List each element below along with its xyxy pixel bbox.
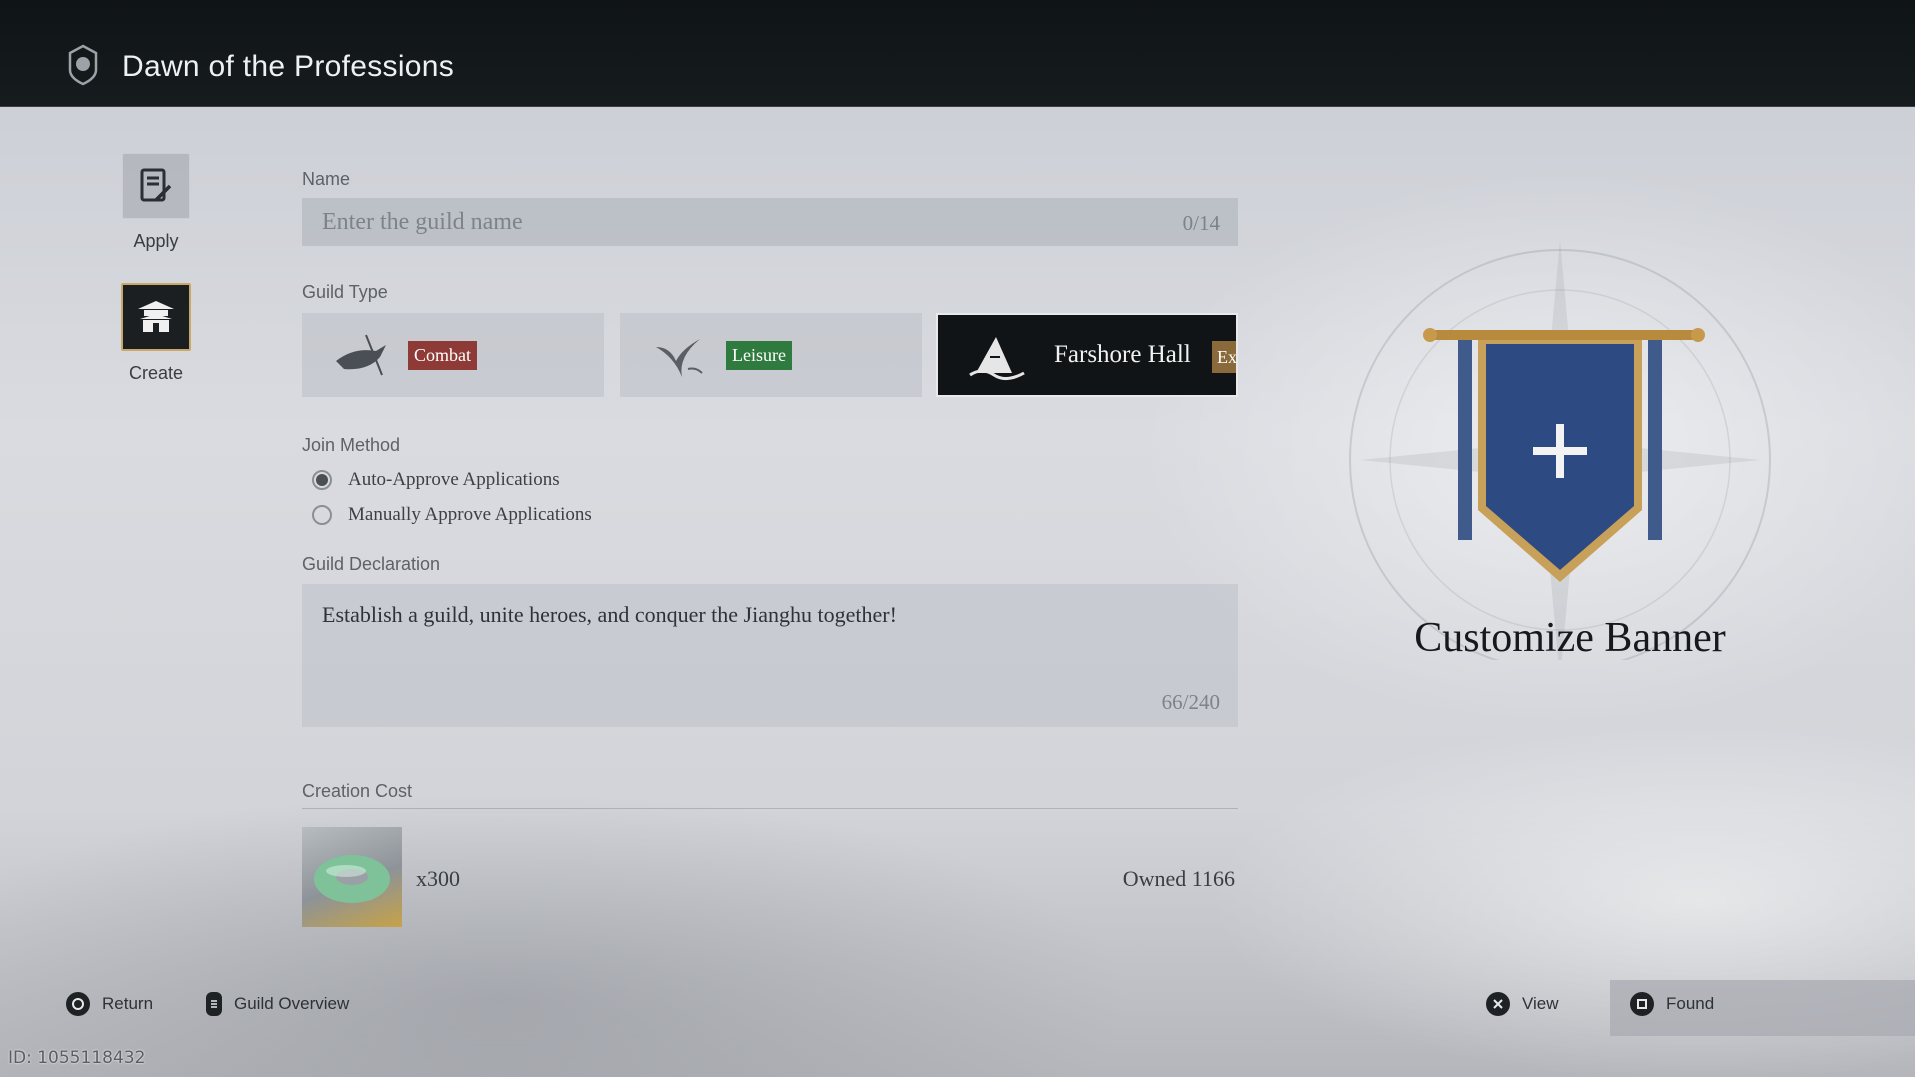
document-pen-icon (122, 153, 190, 219)
top-bar: Dawn of the Professions (0, 0, 1915, 107)
guild-type-farshore-hall[interactable]: Farshore Hall Ex (936, 313, 1238, 397)
view-label: View (1522, 994, 1559, 1013)
bird-sword-icon (336, 334, 386, 376)
farshore-hall-label: Farshore Hall (1054, 341, 1191, 368)
return-label: Return (102, 994, 154, 1013)
mountain-wave-icon (969, 337, 1025, 380)
join-option-manual-label: Manually Approve Applications (348, 504, 592, 525)
guild-emblem-icon (68, 44, 98, 86)
guild-declaration-counter: 66/240 (1161, 690, 1220, 714)
join-option-manual[interactable]: Manually Approve Applications (312, 504, 592, 526)
guild-name-placeholder: Enter the guild name (322, 209, 523, 235)
guild-type-combat[interactable]: Combat (302, 313, 604, 397)
join-method-label: Join Method (302, 435, 401, 455)
guild-declaration-text: Establish a guild, unite heroes, and con… (322, 602, 897, 627)
customize-banner-title: Customize Banner (1414, 615, 1726, 661)
guild-declaration-label: Guild Declaration (302, 554, 441, 574)
nav-create-label: Create (128, 363, 184, 383)
bird-leaf-icon (656, 339, 703, 377)
circle-button-icon (66, 992, 90, 1016)
guild-declaration-textarea[interactable]: Establish a guild, unite heroes, and con… (302, 584, 1238, 727)
combat-badge: Combat (408, 341, 477, 370)
pagoda-icon (121, 283, 191, 351)
cross-button-icon (1486, 992, 1510, 1016)
square-button-icon (1630, 992, 1654, 1016)
guild-overview-label: Guild Overview (234, 994, 350, 1013)
divider (302, 808, 1238, 809)
banner-plus-icon (1349, 240, 1771, 680)
options-button-icon (206, 992, 222, 1016)
owned-count: Owned 1166 (1122, 866, 1235, 891)
found-label: Found (1666, 994, 1715, 1013)
leisure-badge: Leisure (726, 341, 792, 370)
nav-apply-label: Apply (133, 231, 179, 251)
radio-manual[interactable] (312, 505, 332, 525)
creation-cost-label: Creation Cost (302, 781, 413, 801)
found-hint[interactable]: Found (1630, 992, 1714, 1016)
cost-quantity: x300 (416, 866, 460, 891)
jade-ring-icon (302, 827, 402, 927)
guild-name-input[interactable]: Enter the guild name 0/14 (302, 198, 1238, 246)
page-title: Dawn of the Professions (122, 50, 455, 83)
join-option-auto[interactable]: Auto-Approve Applications (312, 469, 560, 491)
customize-banner-button[interactable] (1330, 220, 1810, 680)
nav-create[interactable]: Create (120, 283, 192, 384)
player-id: ID: 1055118432 (8, 1048, 146, 1068)
join-option-auto-label: Auto-Approve Applications (348, 469, 560, 490)
nav-apply[interactable]: Apply (120, 153, 192, 252)
guild-type-label: Guild Type (302, 282, 388, 302)
guild-type-leisure[interactable]: Leisure (620, 313, 922, 397)
return-hint[interactable]: Return (66, 992, 153, 1016)
view-hint[interactable]: View (1486, 992, 1559, 1016)
guild-overview-hint[interactable]: Guild Overview (206, 992, 349, 1016)
guild-name-counter: 0/14 (1182, 211, 1220, 235)
farshore-hall-badge: Ex (1212, 341, 1236, 373)
name-label: Name (302, 169, 351, 189)
radio-auto[interactable] (312, 470, 332, 490)
